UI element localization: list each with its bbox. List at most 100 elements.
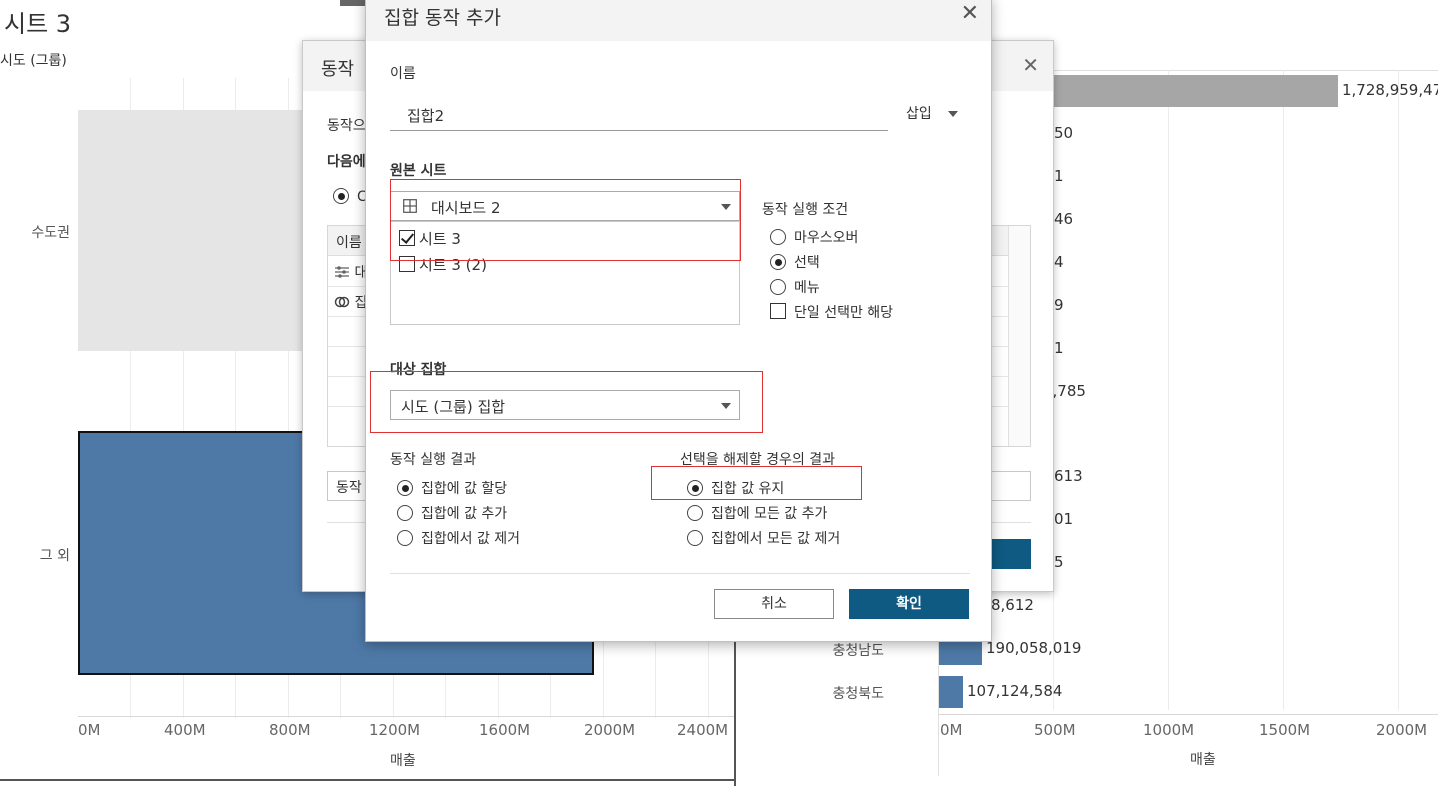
close-icon[interactable]: ✕: [1022, 53, 1039, 77]
x-tick-label: 1500M: [1259, 721, 1311, 739]
run-on-select-radio[interactable]: 선택: [770, 252, 820, 272]
radio-label: 집합에 값 할당: [421, 481, 508, 497]
value-label: 613: [1054, 467, 1083, 485]
x-axis-line: [938, 714, 1438, 715]
dialog-divider: [390, 573, 970, 574]
radio-icon: [770, 229, 786, 245]
filter-icon: [335, 266, 349, 278]
run-on-label: 동작 실행 조건: [762, 202, 849, 218]
radio-icon: [770, 254, 786, 270]
run-result-label: 동작 실행 결과: [390, 452, 477, 468]
row-header: 시도 (그룹): [0, 53, 67, 69]
assign-values-radio[interactable]: 집합에 값 할당: [397, 478, 507, 498]
x-tick-label: 400M: [164, 721, 206, 739]
actions-dialog-title: 동작: [321, 59, 355, 80]
add-all-values-radio[interactable]: 집합에 모든 값 추가: [687, 503, 827, 523]
radio-label: 집합에서 값 제거: [421, 531, 521, 547]
x-tick-label: 2000M: [1376, 721, 1428, 739]
actions-description: 동작으: [327, 118, 366, 134]
x-tick-label: 800M: [269, 721, 311, 739]
actions-scope-radio[interactable]: C: [333, 188, 367, 205]
x-tick-label: 500M: [1034, 721, 1076, 739]
source-sheet-label: 원본 시트: [390, 163, 447, 179]
value-label: 1: [1054, 339, 1064, 357]
value-label: 01: [1054, 510, 1074, 528]
x-tick-label: 1000M: [1143, 721, 1195, 739]
category-label-other: 그 외: [39, 548, 70, 564]
header-divider: [1040, 70, 1438, 71]
name-input[interactable]: [390, 101, 888, 131]
dialog-title: 집합 동작 추가: [384, 7, 501, 29]
radio-icon: [687, 530, 703, 546]
value-label: 50: [1054, 124, 1074, 142]
radio-label: 마우스오버: [794, 230, 859, 246]
radio-icon: [397, 480, 413, 496]
highlight-box: [370, 371, 763, 433]
x-tick-label: 1200M: [369, 721, 421, 739]
actions-section-label: 다음에: [327, 154, 366, 170]
value-label: 9: [1054, 296, 1064, 314]
close-icon[interactable]: ✕: [961, 3, 979, 25]
add-set-action-dialog: 집합 동작 추가 ✕ 이름 삽입 원본 시트 대시보드 2 시트 3 시트 3 …: [365, 0, 992, 642]
x-tick-label: 2400M: [677, 721, 729, 739]
x-tick-label: 0M: [940, 721, 963, 739]
value-label: 4: [1054, 253, 1064, 271]
highlight-box: [390, 179, 741, 261]
cancel-button[interactable]: 취소: [714, 589, 834, 619]
name-label: 이름: [390, 66, 416, 82]
run-on-menu-radio[interactable]: 메뉴: [770, 277, 820, 297]
radio-icon: [397, 505, 413, 521]
worksheet-border: [0, 779, 736, 781]
category-label: 충청북도: [832, 686, 884, 702]
radio-label: 집합에서 모든 값 제거: [711, 531, 841, 547]
gridline: [1168, 70, 1169, 710]
bar-top-region[interactable]: [1054, 75, 1338, 107]
dialog-header: 집합 동작 추가 ✕: [366, 0, 991, 41]
checkbox-icon: [770, 303, 786, 319]
remove-all-values-radio[interactable]: 집합에서 모든 값 제거: [687, 528, 840, 548]
value-label: 8,612: [991, 596, 1034, 614]
x-axis-title: 매출: [1190, 752, 1216, 768]
single-select-checkbox[interactable]: 단일 선택만 해당: [770, 302, 893, 322]
x-tick-label: 1600M: [479, 721, 531, 739]
run-on-hover-radio[interactable]: 마우스오버: [770, 227, 858, 247]
value-label: 46: [1054, 210, 1074, 228]
bar-chungbuk[interactable]: [939, 676, 963, 708]
ok-button[interactable]: 확인: [849, 589, 969, 619]
radio-label: 집합에 값 추가: [421, 506, 508, 522]
value-label: 5: [1054, 553, 1064, 571]
gridline: [1283, 70, 1284, 710]
radio-icon: [397, 530, 413, 546]
scrollbar[interactable]: [1008, 226, 1030, 446]
value-label: 1: [1054, 167, 1064, 185]
value-label: 107,124,584: [967, 682, 1063, 700]
category-label: 충청남도: [832, 643, 884, 659]
toolbar-fragment: [340, 0, 366, 6]
actions-table-row[interactable]: 집: [334, 292, 367, 312]
gridline: [1398, 70, 1399, 710]
radio-icon: [333, 188, 349, 204]
insert-menu[interactable]: 삽입: [906, 103, 959, 123]
bar-capital-region[interactable]: [78, 110, 310, 351]
radio-label: 선택: [794, 255, 820, 271]
radio-icon: [687, 505, 703, 521]
add-action-label: 동작: [336, 480, 362, 496]
column-header-name: 이름: [336, 235, 362, 251]
remove-values-radio[interactable]: 집합에서 값 제거: [397, 528, 520, 548]
sheet-title: 시트 3: [4, 10, 72, 38]
value-label: 190,058,019: [986, 639, 1082, 657]
radio-label: 메뉴: [794, 280, 820, 296]
x-axis-line: [78, 716, 734, 717]
radio-icon: [770, 279, 786, 295]
x-axis-title: 매출: [390, 753, 416, 769]
x-tick-label: 0M: [78, 721, 101, 739]
set-icon: [334, 296, 350, 308]
insert-label: 삽입: [906, 106, 932, 122]
category-label-capital: 수도권: [31, 225, 70, 241]
checkbox-label: 단일 선택만 해당: [794, 305, 894, 321]
value-label: 1,728,959,474: [1342, 81, 1438, 99]
radio-label: 집합에 모든 값 추가: [711, 506, 828, 522]
actions-table-row[interactable]: 대: [334, 262, 367, 282]
chevron-down-icon: [948, 111, 959, 117]
add-values-radio[interactable]: 집합에 값 추가: [397, 503, 507, 523]
